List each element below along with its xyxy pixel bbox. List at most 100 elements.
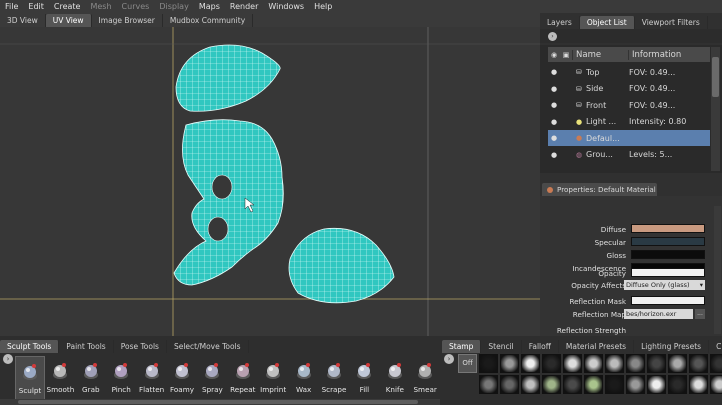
stamp-thumbnail[interactable]: [479, 354, 498, 373]
stamp-thumbnail[interactable]: [521, 354, 540, 373]
tray-menu-icon[interactable]: ›: [3, 354, 13, 364]
stamp-menu-icon[interactable]: ›: [444, 354, 454, 364]
stamp-thumbnail[interactable]: [605, 354, 624, 373]
menu-mesh[interactable]: Mesh: [85, 2, 116, 11]
reflection-strength-label: Reflection Strength: [556, 326, 626, 335]
tool-grab[interactable]: Grab: [76, 356, 106, 402]
tab-select-move-tools[interactable]: Select/Move Tools: [167, 340, 249, 353]
visibility-dot-icon[interactable]: ●: [548, 68, 560, 76]
opacity-affects-dropdown[interactable]: Diffuse Only (glass) ▾: [624, 280, 705, 290]
tool-wax[interactable]: Wax: [289, 356, 319, 402]
tab-3d-view[interactable]: 3D View: [0, 14, 46, 27]
spray-tool-icon: [205, 363, 220, 379]
stamp-thumbnail[interactable]: [710, 354, 722, 373]
tab-sculpt-tools[interactable]: Sculpt Tools: [0, 340, 60, 353]
object-list-row[interactable]: ● ⛁ Top FOV: 0.49...: [548, 64, 710, 80]
tool-spray[interactable]: Spray: [197, 356, 227, 402]
stamp-thumbnail[interactable]: [584, 375, 603, 394]
stamp-thumbnail[interactable]: [500, 375, 519, 394]
stamp-thumbnail[interactable]: [710, 375, 722, 394]
menu-curves[interactable]: Curves: [117, 2, 155, 11]
tab-falloff[interactable]: Falloff: [522, 340, 559, 353]
stamp-thumbnail[interactable]: [689, 375, 708, 394]
tab-layers[interactable]: Layers: [540, 16, 580, 29]
stamp-thumbnail[interactable]: [626, 354, 645, 373]
tool-pinch[interactable]: Pinch: [106, 356, 136, 402]
reflection-mask-swatch[interactable]: [631, 296, 705, 305]
opacity-swatch[interactable]: [631, 268, 705, 277]
menu-edit[interactable]: Edit: [23, 2, 49, 11]
stamp-thumbnail[interactable]: [563, 375, 582, 394]
object-list-row[interactable]: ● ● Defaul...: [548, 130, 710, 146]
tool-scrape[interactable]: Scrape: [319, 356, 349, 402]
tools-scrollbar[interactable]: [0, 399, 440, 405]
tab-viewport-filters[interactable]: Viewport Filters: [635, 16, 708, 29]
tool-sculpt[interactable]: Sculpt: [15, 356, 45, 402]
tab-pose-tools[interactable]: Pose Tools: [114, 340, 167, 353]
visibility-dot-icon[interactable]: ●: [548, 118, 560, 126]
tab-paint-tools[interactable]: Paint Tools: [59, 340, 114, 353]
menu-help[interactable]: Help: [309, 2, 337, 11]
stamp-thumbnail[interactable]: [479, 375, 498, 394]
stamp-thumbnail[interactable]: [542, 354, 561, 373]
reflection-map-field[interactable]: bes/horizon.exr: [624, 309, 693, 319]
menu-display[interactable]: Display: [154, 2, 194, 11]
tool-fill[interactable]: Fill: [349, 356, 379, 402]
menu-render[interactable]: Render: [225, 2, 263, 11]
tab-uv-view[interactable]: UV View: [45, 14, 92, 27]
object-list-scrollbar[interactable]: [711, 47, 720, 171]
menu-file[interactable]: File: [0, 2, 23, 11]
uv-canvas[interactable]: [0, 27, 540, 336]
tab-object-list[interactable]: Object List: [579, 16, 635, 29]
visibility-dot-icon[interactable]: ●: [548, 101, 560, 109]
object-list-row[interactable]: ● ◍ Grou... Levels: 5...: [548, 147, 710, 163]
tool-flatten[interactable]: Flatten: [137, 356, 167, 402]
stamp-thumbnail[interactable]: [542, 375, 561, 394]
tool-smear[interactable]: Smear: [410, 356, 440, 402]
menu-windows[interactable]: Windows: [263, 2, 309, 11]
stamp-thumbnail[interactable]: [605, 375, 624, 394]
specular-swatch[interactable]: [631, 237, 705, 246]
visibility-dot-icon[interactable]: ●: [548, 134, 560, 142]
tool-imprint[interactable]: Imprint: [258, 356, 288, 402]
menu-maps[interactable]: Maps: [194, 2, 225, 11]
column-header-name[interactable]: Name: [572, 49, 628, 60]
object-list-row[interactable]: ● ⛁ Side FOV: 0.49...: [548, 81, 710, 97]
stamp-thumbnail[interactable]: [647, 375, 666, 394]
tab-stamp[interactable]: Stamp: [442, 340, 482, 353]
column-header-information[interactable]: Information: [628, 49, 708, 60]
visibility-dot-icon[interactable]: ●: [548, 85, 560, 93]
stamp-thumbnail[interactable]: [521, 375, 540, 394]
tab-lighting-presets[interactable]: Lighting Presets: [634, 340, 710, 353]
menu-create[interactable]: Create: [49, 2, 86, 11]
tool-knife[interactable]: Knife: [380, 356, 410, 402]
tool-foamy[interactable]: Foamy: [167, 356, 197, 402]
tab-material-presets[interactable]: Material Presets: [559, 340, 635, 353]
stamp-thumbnail[interactable]: [563, 354, 582, 373]
uv-viewport[interactable]: [0, 27, 540, 336]
stamp-thumbnail[interactable]: [668, 375, 687, 394]
tab-image-browser[interactable]: Image Browser: [92, 14, 163, 27]
stamp-off-button[interactable]: Off: [458, 354, 477, 373]
stamp-thumbnail[interactable]: [500, 354, 519, 373]
scrollbar-thumb[interactable]: [18, 400, 418, 404]
properties-scrollbar[interactable]: [714, 206, 721, 334]
visibility-dot-icon[interactable]: ●: [548, 151, 560, 159]
object-list-row[interactable]: ● ● Light ... Intensity: 0.80: [548, 114, 710, 130]
stamp-thumbnail[interactable]: [647, 354, 666, 373]
object-list-row[interactable]: ● ⛁ Front FOV: 0.49...: [548, 97, 710, 113]
tool-repeat[interactable]: Repeat: [228, 356, 258, 402]
browse-button[interactable]: ...: [695, 309, 705, 319]
tool-smooth[interactable]: Smooth: [45, 356, 75, 402]
gloss-swatch[interactable]: [631, 250, 705, 259]
stamp-thumbnail[interactable]: [626, 375, 645, 394]
tab-stencil[interactable]: Stencil: [481, 340, 522, 353]
stamp-thumbnail[interactable]: [584, 354, 603, 373]
menu-circle-icon[interactable]: ›: [548, 32, 557, 41]
tab-mudbox-community[interactable]: Mudbox Community: [163, 14, 254, 27]
tab-c[interactable]: C: [709, 340, 722, 353]
stamp-thumbnail[interactable]: [668, 354, 687, 373]
diffuse-swatch[interactable]: [631, 224, 705, 233]
stamp-thumbnail[interactable]: [689, 354, 708, 373]
scrollbar-thumb[interactable]: [712, 57, 719, 97]
